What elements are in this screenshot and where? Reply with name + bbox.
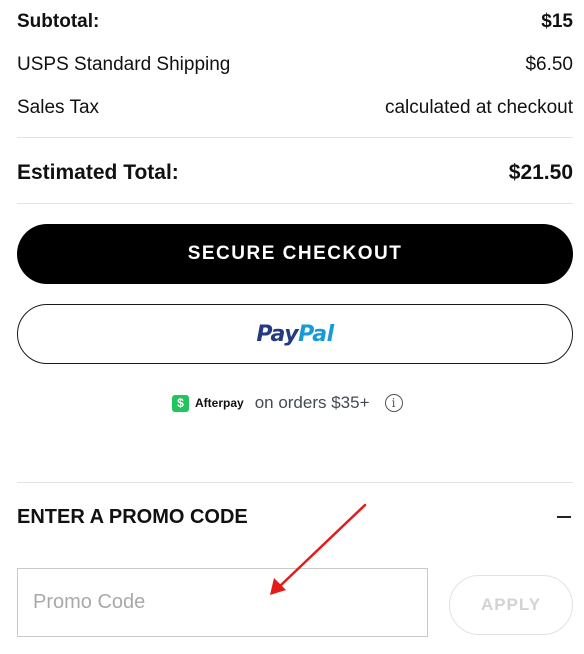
estimated-total-label: Estimated Total: (17, 161, 179, 184)
sales-tax-value: calculated at checkout (384, 97, 573, 118)
paypal-button[interactable]: Pay Pal (17, 304, 573, 364)
divider (17, 137, 573, 138)
subtotal-value: $15 (541, 11, 573, 32)
minus-icon[interactable] (557, 516, 571, 518)
divider (17, 482, 573, 483)
shipping-value: $6.50 (525, 54, 573, 75)
afterpay-brand: Afterpay (195, 396, 244, 410)
apply-button[interactable]: APPLY (449, 575, 573, 635)
afterpay-note: on orders $35+ (254, 393, 370, 412)
afterpay-notice: $ Afterpay on orders $35+ i (172, 390, 403, 416)
paypal-logo-pay: Pay (256, 321, 299, 347)
sales-tax-label: Sales Tax (17, 97, 100, 118)
promo-code-header[interactable]: ENTER A PROMO CODE (17, 502, 573, 532)
sales-tax-row: Sales Tax calculated at checkout (17, 96, 573, 120)
subtotal-label: Subtotal: (17, 11, 100, 32)
shipping-row: USPS Standard Shipping $6.50 (17, 53, 573, 77)
secure-checkout-button[interactable]: SECURE CHECKOUT (17, 224, 573, 284)
subtotal-row: Subtotal: $15 (17, 10, 573, 34)
paypal-logo-pal: Pal (298, 321, 334, 347)
info-icon[interactable]: i (384, 394, 403, 412)
shipping-label: USPS Standard Shipping (17, 54, 231, 75)
estimated-total-value: $21.50 (508, 161, 573, 184)
divider (17, 203, 573, 204)
promo-code-heading: ENTER A PROMO CODE (17, 505, 248, 528)
promo-code-input[interactable] (17, 568, 428, 637)
afterpay-logo-icon: $ (172, 394, 189, 412)
estimated-total-row: Estimated Total: $21.50 (17, 158, 573, 188)
